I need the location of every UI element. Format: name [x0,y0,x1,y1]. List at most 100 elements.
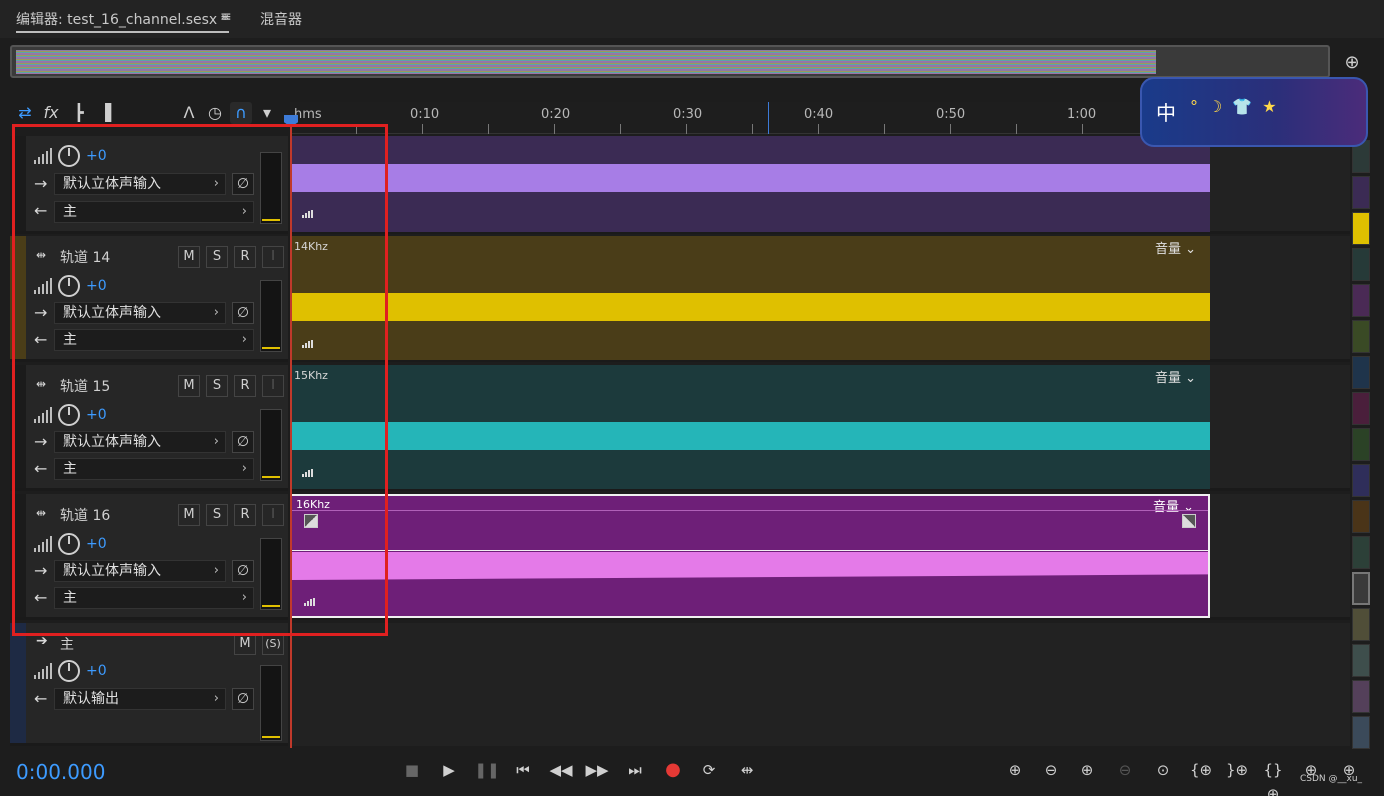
track-lane-13[interactable] [290,136,1350,234]
zoom-out-time-icon[interactable]: ⊖ [1110,758,1140,782]
ime-mode-label: 中 [1156,101,1176,125]
fx-icon[interactable]: fx [40,102,62,124]
zoom-out-full-icon[interactable]: ⊙ [1148,758,1178,782]
tab-editor[interactable]: 编辑器: test_16_channel.sesx * [16,9,229,33]
ruler-tick [752,124,753,134]
track-color-swatch[interactable] [1352,356,1370,389]
phase-invert-icon[interactable]: ∅ [232,688,254,710]
ruler-tick [950,124,951,134]
zoom-out-amplitude-icon[interactable]: ⊖ [1036,758,1066,782]
ruler-tick [818,124,819,134]
clip-volume-dropdown[interactable]: 音量 ⌄ [1153,496,1194,515]
ruler-tick [488,124,489,134]
marker-icon[interactable]: ▾ [256,102,278,124]
ime-status-badge[interactable]: 中 °☽👕★ [1140,77,1368,147]
track-color-swatch[interactable] [1352,212,1370,245]
tool-a-icon[interactable]: Λ [178,102,200,124]
track-lane-14[interactable]: 14Khz 音量 ⌄ [290,236,1350,362]
send-icon[interactable]: ┣ [68,102,90,124]
ruler-tick [554,124,555,134]
watermark: CSDN @__xu_ [1300,774,1363,784]
mute-button[interactable]: M [234,633,256,655]
zoom-out-point-icon[interactable]: }⊕ [1222,758,1252,782]
ruler-tick [686,124,687,134]
clip-waveform [292,552,1208,580]
output-select[interactable]: 默认输出 › [54,688,226,710]
track-color-strip [10,623,26,743]
ruler-tick [620,124,621,134]
clip-volume-line[interactable] [292,550,1208,551]
track-color-swatch[interactable] [1352,500,1370,533]
ruler-tick [1082,124,1083,134]
skip-selection-icon[interactable]: ⇹ [734,758,760,782]
solo-button[interactable]: (S) [262,633,284,655]
ruler-tick-label: 1:00 [1067,107,1097,122]
session-overview[interactable] [10,45,1330,78]
master-lane[interactable] [290,623,1350,746]
track-lane-15[interactable]: 15Khz 音量 ⌄ [290,365,1350,491]
track-color-swatch[interactable] [1352,248,1370,281]
volume-bars-icon [34,663,54,679]
record-icon[interactable]: ● [660,758,686,782]
fast-forward-icon[interactable]: ▶▶ [584,758,610,782]
zoom-in-point-icon[interactable]: {⊕ [1186,758,1216,782]
track-color-swatch[interactable] [1352,572,1370,605]
clip-volume-dropdown[interactable]: 音量 ⌄ [1155,367,1196,386]
volume-value[interactable]: +0 [86,663,107,679]
track-color-swatch[interactable] [1352,284,1370,317]
ruler-tick [1016,124,1017,134]
audio-clip[interactable]: 14Khz 音量 ⌄ [290,236,1210,360]
zoom-in-amplitude-icon[interactable]: ⊕ [1000,758,1030,782]
track-color-swatch[interactable] [1352,716,1370,749]
tab-mixer[interactable]: 混音器 [260,9,302,29]
ime-decoration-icons: °☽👕★ [1190,97,1287,116]
play-icon[interactable]: ▶ [436,758,462,782]
master-meter [260,665,282,741]
fade-out-handle-icon[interactable] [1182,514,1196,528]
ruler-tick-label: 0:30 [673,107,703,122]
clip-title-separator [292,510,1208,511]
zoom-in-time-icon[interactable]: ⊕ [1072,758,1102,782]
track-color-swatch[interactable] [1352,176,1370,209]
zoom-overview-icon[interactable]: ⊕ [1340,52,1364,76]
track-color-swatch[interactable] [1352,320,1370,353]
volume-knob[interactable] [58,660,80,682]
ruler-tick [884,124,885,134]
clip-waveform [290,293,1210,321]
track-lane-16[interactable]: 16Khz 音量 ⌄ [290,494,1350,620]
audio-clip[interactable] [290,136,1210,232]
rewind-icon[interactable]: ◀◀ [548,758,574,782]
ruler-tick-label: 0:20 [541,107,571,122]
clip-waveform [290,164,1210,192]
current-time[interactable]: 0:00.000 [16,760,105,784]
snap-magnet-icon[interactable]: ∩ [230,102,252,124]
ruler-tick-label: 0:50 [936,107,966,122]
clip-volume-dropdown[interactable]: 音量 ⌄ [1155,238,1196,257]
go-to-start-icon[interactable]: ⏮ [510,758,536,782]
tab-menu-icon[interactable]: ≡ [220,9,232,25]
track-color-swatch[interactable] [1352,644,1370,677]
track-color-swatch[interactable] [1352,536,1370,569]
track-color-swatch[interactable] [1352,608,1370,641]
overview-waveform [16,50,1156,74]
swap-icon[interactable]: ⇄ [14,102,36,124]
output-arrow-icon: ← [34,689,48,708]
zoom-selection-icon[interactable]: {}⊕ [1258,758,1288,796]
go-to-end-icon[interactable]: ⏭ [622,758,648,782]
ruler-tick [422,124,423,134]
track-color-swatch[interactable] [1352,428,1370,461]
track-color-swatch[interactable] [1352,392,1370,425]
track-color-overview[interactable] [1352,140,1370,752]
loop-marker[interactable] [768,102,769,134]
stop-icon[interactable]: ■ [399,758,425,782]
track-color-swatch[interactable] [1352,464,1370,497]
highlight-annotation [12,124,388,636]
pause-icon[interactable]: ❚❚ [474,758,500,782]
track-name[interactable]: 主 [60,634,74,654]
audio-clip-selected[interactable]: 16Khz 音量 ⌄ [290,494,1210,618]
track-color-swatch[interactable] [1352,680,1370,713]
timer-icon[interactable]: ◷ [204,102,226,124]
audio-clip[interactable]: 15Khz 音量 ⌄ [290,365,1210,489]
loop-playback-icon[interactable]: ⟳ [696,758,722,782]
eq-icon[interactable]: ▐ [94,102,116,124]
